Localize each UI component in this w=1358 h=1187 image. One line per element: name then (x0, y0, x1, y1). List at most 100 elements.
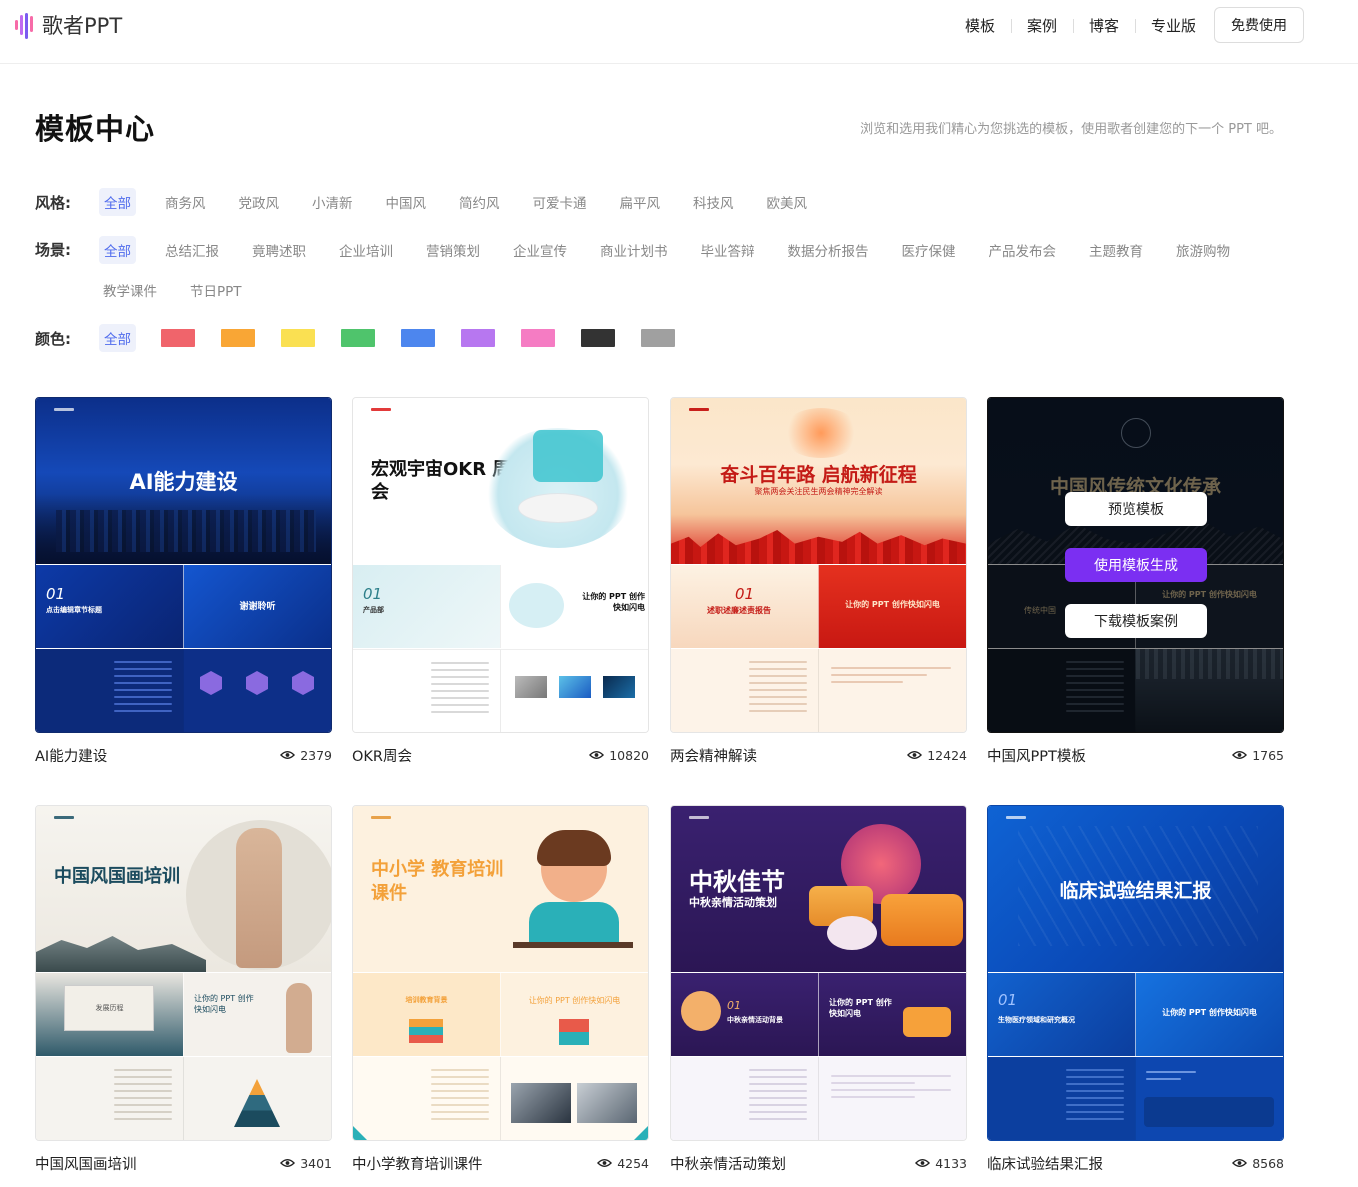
cover-title: AI能力建设 (129, 470, 238, 494)
template-name[interactable]: AI能力建设 (35, 745, 107, 766)
template-name[interactable]: OKR周会 (352, 745, 412, 766)
mid-right-text: 让你的 PPT 创作快如闪电 (1162, 1008, 1257, 1017)
nav-cases[interactable]: 案例 (1010, 15, 1073, 36)
view-count: 10820 (589, 748, 649, 763)
view-count-value: 4254 (617, 1155, 649, 1171)
template-thumbnail[interactable]: 临床试验结果汇报 01 生物医疗领域和研究概况 让你的 PPT 创作快如闪电 (987, 805, 1284, 1141)
scene-chip-8[interactable]: 数据分析报告 (784, 236, 873, 264)
nav-pro[interactable]: 专业版 (1134, 15, 1212, 36)
template-card[interactable]: 中国风传统文化传承 传统中国 让你的 PPT 创作快如闪电 预览模板 使用模板生… (987, 397, 1284, 765)
scene-chip-2[interactable]: 竟聘述职 (248, 236, 310, 264)
template-thumbnail[interactable]: 中秋佳节 中秋亲情活动策划 01 中秋亲情活动背景 让你的 PPT 创作快如闪电 (670, 805, 967, 1141)
color-filter: 颜色: 全部 (35, 324, 701, 352)
eye-icon (1232, 1159, 1248, 1167)
view-count-value: 12424 (927, 747, 967, 763)
view-count: 4254 (597, 1156, 649, 1171)
template-thumbnail[interactable]: 中国风传统文化传承 传统中国 让你的 PPT 创作快如闪电 预览模板 使用模板生… (987, 397, 1284, 733)
nav-blog[interactable]: 博客 (1072, 15, 1135, 36)
template-name[interactable]: 中小学教育培训课件 (352, 1153, 483, 1174)
template-thumbnail[interactable]: 奋斗百年路 启航新征程 聚焦两会关注民生两会精神完全解读 01 述职述廉述责报告… (670, 397, 967, 733)
style-chip-7[interactable]: 扁平风 (616, 188, 665, 216)
scene-chip-0[interactable]: 全部 (99, 236, 136, 264)
style-chip-4[interactable]: 中国风 (382, 188, 431, 216)
template-card[interactable]: 宏观宇宙OKR 周会 01 产品部 让你的 PPT 创作快如闪电 OKR周会 1… (352, 397, 649, 765)
style-chip-0[interactable]: 全部 (99, 188, 136, 216)
cover-subtitle: 中秋亲情活动策划 (689, 896, 777, 909)
scene-chip-1[interactable]: 总结汇报 (161, 236, 223, 264)
scene-chip-14[interactable]: 节日PPT (186, 276, 246, 304)
template-name[interactable]: 两会精神解读 (670, 745, 757, 766)
template-card[interactable]: 临床试验结果汇报 01 生物医疗领域和研究概况 让你的 PPT 创作快如闪电 临… (987, 805, 1284, 1173)
template-card[interactable]: 中秋佳节 中秋亲情活动策划 01 中秋亲情活动背景 让你的 PPT 创作快如闪电 (670, 805, 967, 1173)
style-chip-3[interactable]: 小清新 (308, 188, 357, 216)
template-thumbnail[interactable]: 中国风国画培训 发展历程 让你的 PPT 创作快如闪电 (35, 805, 332, 1141)
template-card[interactable]: 奋斗百年路 启航新征程 聚焦两会关注民生两会精神完全解读 01 述职述廉述责报告… (670, 397, 967, 765)
color-chip-all[interactable]: 全部 (99, 324, 136, 352)
color-swatch-2[interactable] (281, 329, 315, 347)
style-chip-5[interactable]: 简约风 (455, 188, 504, 216)
view-count: 2379 (280, 748, 332, 763)
view-count: 4133 (915, 1156, 967, 1171)
scene-chip-3[interactable]: 企业培训 (335, 236, 397, 264)
download-template-button[interactable]: 下载模板案例 (1065, 604, 1207, 638)
color-swatch-3[interactable] (341, 329, 375, 347)
template-card[interactable]: AI能力建设 01 点击编辑章节标题 谢谢聆听 AI能力建设 2379 (35, 397, 332, 765)
style-chip-6[interactable]: 可爱卡通 (529, 188, 591, 216)
color-swatch-5[interactable] (461, 329, 495, 347)
style-chip-9[interactable]: 欧美风 (763, 188, 812, 216)
eye-icon (589, 751, 605, 759)
color-swatch-7[interactable] (581, 329, 615, 347)
template-name[interactable]: 临床试验结果汇报 (987, 1153, 1103, 1174)
scene-chip-12[interactable]: 旅游购物 (1172, 236, 1234, 264)
mid-right-text: 让你的 PPT 创作快如闪电 (829, 998, 892, 1018)
page-title: 模板中心 (35, 112, 156, 146)
cover-title: 奋斗百年路 启航新征程 (720, 464, 917, 486)
template-thumbnail[interactable]: 中小学 教育培训课件 培训教育背景 让你的 PPT 创作快如闪电 (352, 805, 649, 1141)
template-card[interactable]: 中小学 教育培训课件 培训教育背景 让你的 PPT 创作快如闪电 中小学教育培训… (352, 805, 649, 1173)
style-chip-1[interactable]: 商务风 (161, 188, 210, 216)
color-swatch-8[interactable] (641, 329, 675, 347)
page-subtitle: 浏览和选用我们精心为您挑选的模板，使用歌者创建您的下一个 PPT 吧。 (860, 122, 1282, 137)
scene-chip-4[interactable]: 营销策划 (422, 236, 484, 264)
color-swatch-1[interactable] (221, 329, 255, 347)
main-nav: 模板 案例 博客 专业版 免费使用 (949, 7, 1304, 43)
nav-templates[interactable]: 模板 (949, 15, 1011, 36)
scene-chip-13[interactable]: 教学课件 (99, 276, 161, 304)
mid-left-text: 培训教育背景 (405, 996, 448, 1004)
view-count-value: 8568 (1252, 1155, 1284, 1171)
view-count: 3401 (280, 1156, 332, 1171)
scene-chip-11[interactable]: 主题教育 (1085, 236, 1147, 264)
view-count-value: 2379 (300, 747, 332, 763)
scene-chip-10[interactable]: 产品发布会 (985, 236, 1061, 264)
view-count: 12424 (907, 748, 967, 763)
color-swatch-4[interactable] (401, 329, 435, 347)
scene-chip-list: 全部 总结汇报 竟聘述职 企业培训 营销策划 企业宣传 商业计划书 毕业答辩 数据分析报告 医疗保… (99, 236, 1309, 304)
scene-chip-5[interactable]: 企业宣传 (509, 236, 571, 264)
template-thumbnail[interactable]: 宏观宇宙OKR 周会 01 产品部 让你的 PPT 创作快如闪电 (352, 397, 649, 733)
view-count: 8568 (1232, 1156, 1284, 1171)
scene-chip-6[interactable]: 商业计划书 (596, 236, 672, 264)
view-count-value: 1765 (1252, 747, 1284, 763)
preview-template-button[interactable]: 预览模板 (1065, 492, 1207, 526)
style-chip-8[interactable]: 科技风 (689, 188, 738, 216)
template-name[interactable]: 中国风国画培训 (35, 1153, 137, 1174)
scene-chip-9[interactable]: 医疗保健 (898, 236, 960, 264)
style-chip-2[interactable]: 党政风 (235, 188, 284, 216)
generate-from-template-button[interactable]: 使用模板生成 (1065, 548, 1207, 582)
template-name[interactable]: 中秋亲情活动策划 (670, 1153, 786, 1174)
free-use-button[interactable]: 免费使用 (1214, 7, 1304, 43)
mid-right-text: 谢谢聆听 (239, 602, 276, 612)
scene-chip-7[interactable]: 毕业答辩 (697, 236, 759, 264)
color-swatch-0[interactable] (161, 329, 195, 347)
color-swatch-6[interactable] (521, 329, 555, 347)
view-count-value: 3401 (300, 1155, 332, 1171)
view-count: 1765 (1232, 748, 1284, 763)
template-thumbnail[interactable]: AI能力建设 01 点击编辑章节标题 谢谢聆听 (35, 397, 332, 733)
color-filter-label: 颜色: (35, 329, 71, 348)
template-name[interactable]: 中国风PPT模板 (987, 745, 1086, 766)
template-card[interactable]: 中国风国画培训 发展历程 让你的 PPT 创作快如闪电 中国风国画培训 3401 (35, 805, 332, 1173)
color-swatch-list (161, 329, 701, 347)
brand-logo[interactable]: 歌者PPT (14, 10, 122, 40)
eye-icon (280, 1159, 296, 1167)
style-filter: 风格: 全部 商务风 党政风 小清新 中国风 简约风 可爱卡通 扁平风 科技风 欧美风 (35, 188, 1319, 216)
